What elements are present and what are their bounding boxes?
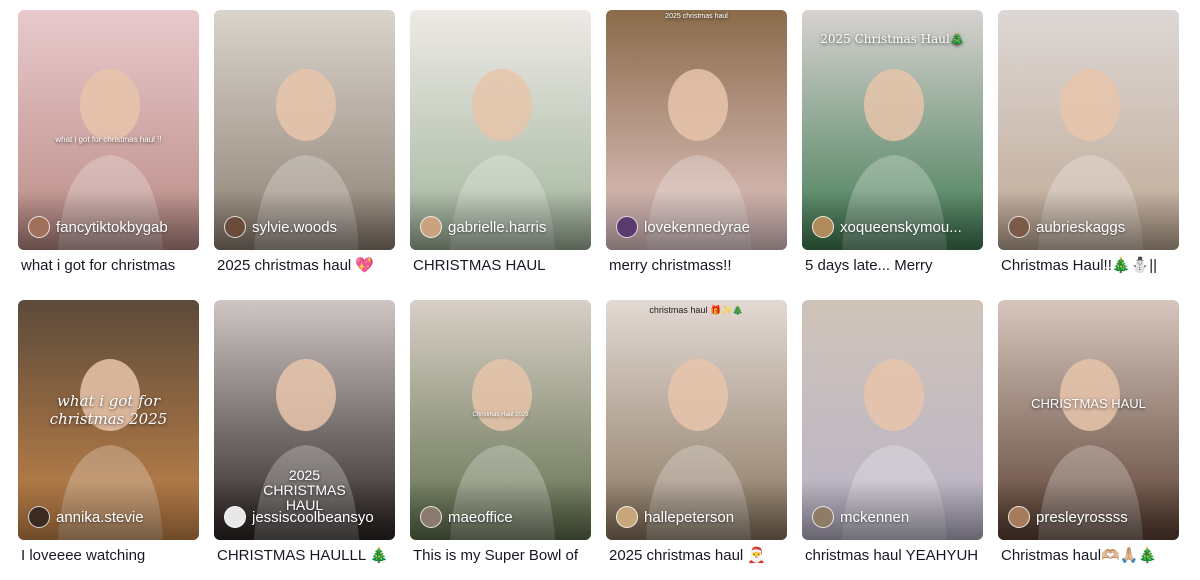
creator-row[interactable]: xoqueenskymou... xyxy=(812,216,977,238)
creator-username[interactable]: gabrielle.harris xyxy=(448,219,546,236)
video-thumbnail[interactable]: 2025 CHRISTMAS HAUL jessiscoolbeansyo xyxy=(214,300,395,540)
creator-row[interactable]: mckennen xyxy=(812,506,977,528)
video-thumbnail[interactable]: gabrielle.harris xyxy=(410,10,591,250)
video-thumbnail[interactable]: mckennen xyxy=(802,300,983,540)
video-caption[interactable]: Christmas Haul!!🎄⛄|| xyxy=(1001,256,1181,276)
creator-row[interactable]: sylvie.woods xyxy=(224,216,389,238)
avatar[interactable] xyxy=(812,216,834,238)
avatar[interactable] xyxy=(224,216,246,238)
video-thumbnail[interactable]: CHRISTMAS HAUL presleyrossss xyxy=(998,300,1179,540)
creator-row[interactable]: maeoffice xyxy=(420,506,585,528)
avatar[interactable] xyxy=(28,506,50,528)
video-thumbnail[interactable]: what i got for christmas haul !! fancytik… xyxy=(18,10,199,250)
avatar[interactable] xyxy=(420,506,442,528)
video-caption[interactable]: I loveeee watching xyxy=(21,546,201,566)
video-caption[interactable]: merry christmass!! xyxy=(609,256,789,276)
creator-username[interactable]: lovekennedyrae xyxy=(644,219,750,236)
video-caption[interactable]: 2025 christmas haul 💖 xyxy=(217,256,397,276)
video-thumbnail[interactable]: 2025 Christmas Haul🎄 xoqueenskymou... xyxy=(802,10,983,250)
video-overlay-text: 2025 christmas haul xyxy=(665,13,728,20)
video-caption[interactable]: CHRISTMAS HAUL xyxy=(413,256,593,276)
video-caption[interactable]: christmas haul YEAHYUH xyxy=(805,546,985,566)
video-thumbnail[interactable]: 2025 christmas haul lovekennedyrae xyxy=(606,10,787,250)
creator-username[interactable]: fancytiktokbygab xyxy=(56,219,168,236)
video-caption[interactable]: what i got for christmas xyxy=(21,256,201,276)
video-overlay-text: Christmas Haul 2025 xyxy=(472,412,529,418)
creator-username[interactable]: maeoffice xyxy=(448,509,513,526)
video-caption[interactable]: This is my Super Bowl of xyxy=(413,546,593,566)
creator-row[interactable]: annika.stevie xyxy=(28,506,193,528)
video-caption[interactable]: 5 days late... Merry xyxy=(805,256,985,276)
video-thumbnail[interactable]: aubrieskaggs xyxy=(998,10,1179,250)
avatar[interactable] xyxy=(616,506,638,528)
creator-row[interactable]: gabrielle.harris xyxy=(420,216,585,238)
creator-row[interactable]: lovekennedyrae xyxy=(616,216,781,238)
creator-username[interactable]: jessiscoolbeansyo xyxy=(252,509,374,526)
video-thumbnail[interactable]: what i got for christmas 2025 annika.stev… xyxy=(18,300,199,540)
video-caption[interactable]: 2025 christmas haul 🎅 xyxy=(609,546,789,566)
avatar[interactable] xyxy=(1008,216,1030,238)
creator-username[interactable]: aubrieskaggs xyxy=(1036,219,1125,236)
avatar[interactable] xyxy=(420,216,442,238)
video-overlay-text: CHRISTMAS HAUL xyxy=(1031,396,1146,411)
creator-username[interactable]: annika.stevie xyxy=(56,509,144,526)
avatar[interactable] xyxy=(28,216,50,238)
creator-username[interactable]: presleyrossss xyxy=(1036,509,1128,526)
avatar[interactable] xyxy=(1008,506,1030,528)
creator-username[interactable]: sylvie.woods xyxy=(252,219,337,236)
creator-row[interactable]: presleyrossss xyxy=(1008,506,1173,528)
creator-username[interactable]: xoqueenskymou... xyxy=(840,219,962,236)
creator-row[interactable]: fancytiktokbygab xyxy=(28,216,193,238)
avatar[interactable] xyxy=(616,216,638,238)
creator-row[interactable]: aubrieskaggs xyxy=(1008,216,1173,238)
video-overlay-text: 2025 Christmas Haul🎄 xyxy=(820,32,965,46)
video-caption[interactable]: CHRISTMAS HAULLL 🎄 xyxy=(217,546,397,566)
video-caption[interactable]: Christmas haul🫶🏼🙏🏼🎄 xyxy=(1001,546,1181,566)
avatar[interactable] xyxy=(812,506,834,528)
creator-row[interactable]: hallepeterson xyxy=(616,506,781,528)
video-thumbnail[interactable]: Christmas Haul 2025 maeoffice xyxy=(410,300,591,540)
creator-username[interactable]: hallepeterson xyxy=(644,509,734,526)
creator-row[interactable]: jessiscoolbeansyo xyxy=(224,506,389,528)
creator-username[interactable]: mckennen xyxy=(840,509,909,526)
video-thumbnail[interactable]: christmas haul 🎁✨🎄 hallepeterson xyxy=(606,300,787,540)
video-overlay-text: what i got for christmas 2025 xyxy=(49,392,168,428)
avatar[interactable] xyxy=(224,506,246,528)
video-thumbnail[interactable]: sylvie.woods xyxy=(214,10,395,250)
video-overlay-text: what i got for christmas haul !! xyxy=(55,135,162,144)
video-overlay-text: christmas haul 🎁✨🎄 xyxy=(649,305,744,315)
